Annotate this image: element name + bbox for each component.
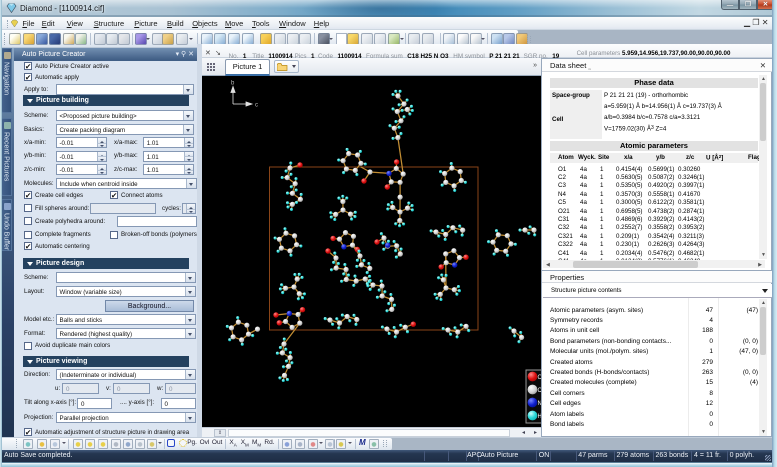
- svg-text:c: c: [255, 103, 258, 109]
